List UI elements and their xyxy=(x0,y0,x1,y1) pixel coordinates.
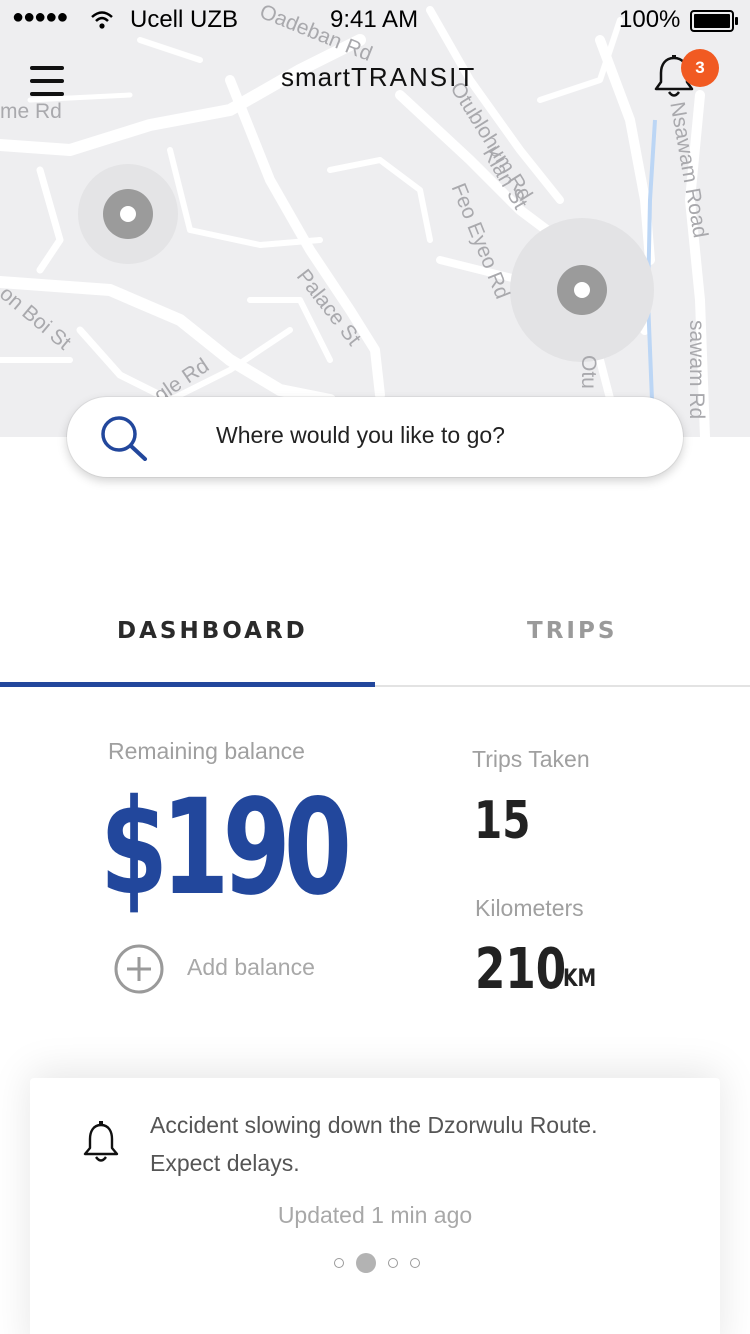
carousel-pager[interactable] xyxy=(334,1253,424,1275)
wifi-icon xyxy=(91,11,113,29)
pager-dot[interactable] xyxy=(334,1258,344,1268)
bell-icon xyxy=(83,1121,119,1162)
tab-trips[interactable]: TRIPS xyxy=(527,618,617,644)
alert-message: Accident slowing down the Dzorwulu Route… xyxy=(150,1112,598,1176)
alert-card[interactable]: Accident slowing down the Dzorwulu Route… xyxy=(30,1078,720,1334)
balance-value: $190 xyxy=(100,771,352,925)
status-time: 9:41 AM xyxy=(330,6,419,33)
street-label: Otu xyxy=(577,355,600,389)
status-bar: ●●●●● Ucell UZB 9:41 AM 100% xyxy=(0,0,750,40)
add-balance-button[interactable]: Add balance xyxy=(187,954,315,981)
signal-strength-icon: ●●●●● xyxy=(12,6,68,28)
trips-label: Trips Taken xyxy=(472,746,590,772)
pager-dot-active[interactable] xyxy=(356,1253,376,1273)
km-label: Kilometers xyxy=(475,895,584,921)
km-unit: KM xyxy=(563,964,597,992)
search-placeholder: Where would you like to go? xyxy=(216,422,505,448)
search-input[interactable]: Where would you like to go? xyxy=(67,397,683,477)
km-value: 210 xyxy=(475,937,567,1002)
menu-icon[interactable] xyxy=(30,66,64,96)
logo-transit: TRANSIT xyxy=(351,62,477,92)
tab-bar: DASHBOARD TRIPS xyxy=(0,600,750,687)
street-label: sawam Rd xyxy=(685,320,708,420)
balance-label: Remaining balance xyxy=(108,738,305,764)
app-logo: smartTRANSIT xyxy=(281,62,476,93)
trips-value: 15 xyxy=(474,791,531,851)
pager-dot[interactable] xyxy=(388,1258,398,1268)
add-balance-icon[interactable] xyxy=(113,943,165,995)
active-tab-indicator xyxy=(0,682,375,687)
search-icon xyxy=(101,416,147,461)
notification-badge[interactable]: 3 xyxy=(681,49,719,87)
alert-updated-time: Updated 1 min ago xyxy=(277,1202,473,1228)
battery-icon xyxy=(690,10,738,32)
street-label: me Rd xyxy=(0,100,62,123)
carrier-name: Ucell UZB xyxy=(130,6,239,33)
tab-dashboard[interactable]: DASHBOARD xyxy=(117,618,308,644)
pager-dot[interactable] xyxy=(410,1258,420,1268)
battery-percent: 100% xyxy=(619,6,681,33)
logo-smart: smart xyxy=(281,62,351,92)
